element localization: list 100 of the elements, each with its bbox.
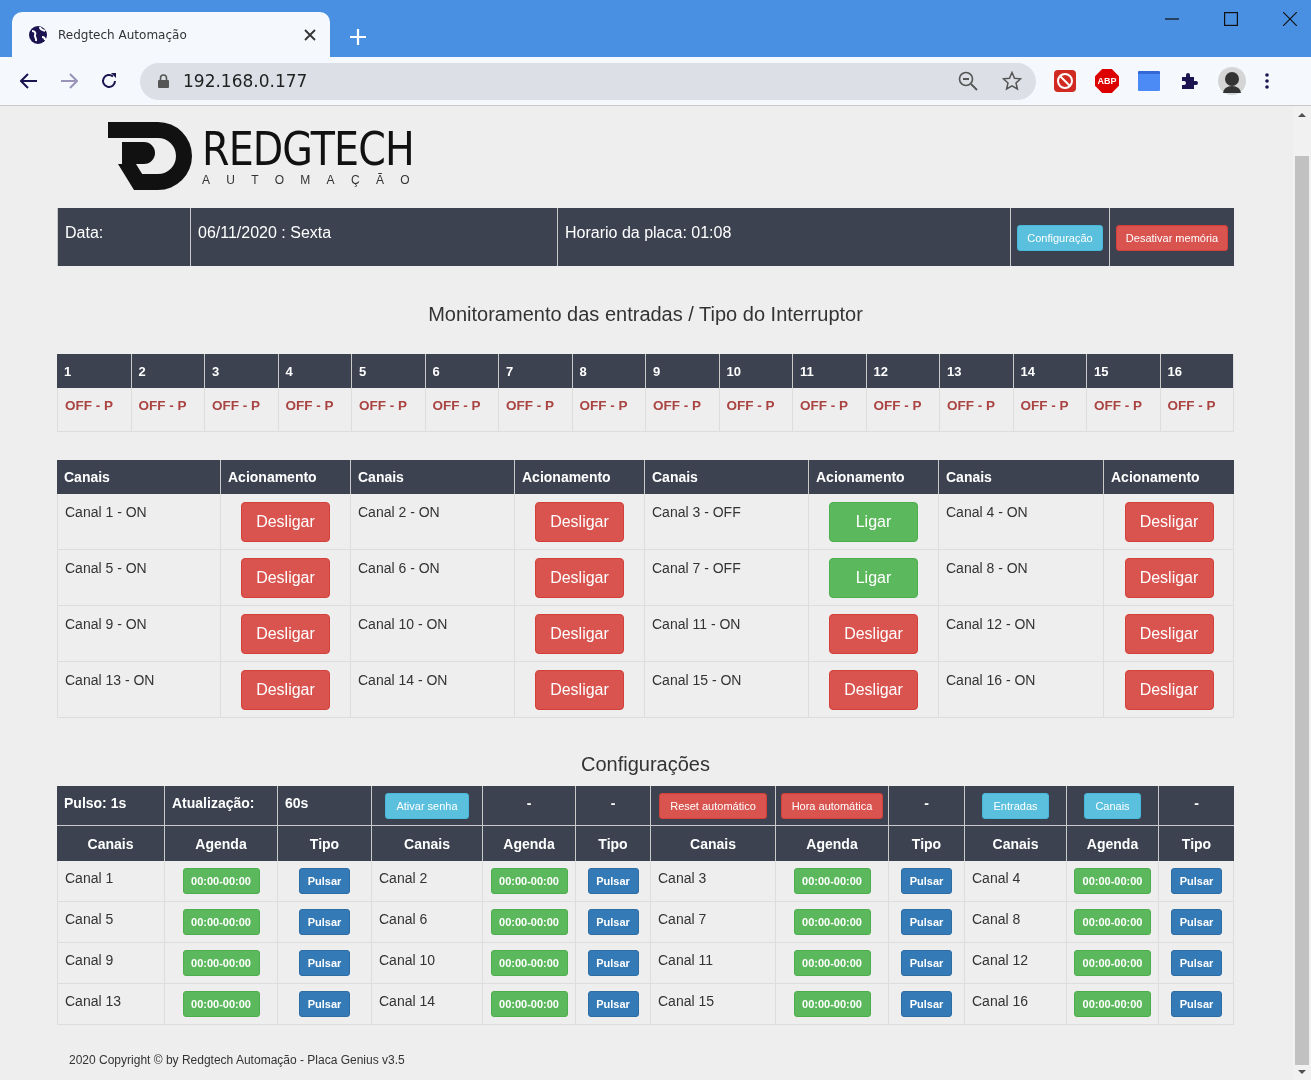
address-field[interactable]: 192.168.0.177 <box>140 62 1036 100</box>
column-header: 13 <box>939 354 1013 388</box>
schedule-button[interactable]: 00:00-00:00 <box>490 950 568 976</box>
channel-name: Canal 13 <box>65 993 122 1009</box>
star-icon[interactable] <box>1002 71 1022 91</box>
toggle-button[interactable]: Desligar <box>1124 613 1214 654</box>
toggle-button[interactable]: Ligar <box>829 501 918 542</box>
type-button[interactable]: Pulsar <box>901 991 952 1017</box>
channel-name: Canal 16 <box>972 993 1029 1009</box>
type-button[interactable]: Pulsar <box>587 991 639 1017</box>
toggle-button[interactable]: Desligar <box>535 557 624 598</box>
setting-button[interactable]: Hora automática <box>780 792 884 819</box>
logo-wordmark: REDGTECH <box>202 127 414 171</box>
toggle-button[interactable]: Desligar <box>535 669 624 710</box>
column-header: Canais <box>644 460 808 494</box>
schedule-button[interactable]: 00:00-00:00 <box>793 991 871 1017</box>
setting-button[interactable]: Reset automático <box>659 792 767 819</box>
schedule-button[interactable]: 00:00-00:00 <box>1074 991 1151 1017</box>
channel-status: Canal 7 - OFF <box>652 560 741 576</box>
toggle-button[interactable]: Desligar <box>241 613 330 654</box>
schedule-button[interactable]: 00:00-00:00 <box>182 950 260 976</box>
setting-button[interactable]: Entradas <box>982 792 1049 819</box>
table-cell: OFF - P <box>57 388 131 432</box>
adblock-button[interactable]: ABP <box>1095 69 1119 93</box>
toggle-button[interactable]: Ligar <box>829 557 918 598</box>
avatar-icon[interactable] <box>1218 67 1246 95</box>
maximize-icon[interactable] <box>1224 12 1238 26</box>
schedule-button[interactable]: 00:00-00:00 <box>490 991 568 1017</box>
type-button[interactable]: Pulsar <box>587 909 639 935</box>
type-button[interactable]: Pulsar <box>299 950 350 976</box>
column-header: Tipo <box>277 826 371 861</box>
no-sign-icon[interactable] <box>1054 70 1076 92</box>
schedule-button[interactable]: 00:00-00:00 <box>1074 868 1151 894</box>
column-header: Agenda <box>775 826 888 861</box>
type-button[interactable]: Pulsar <box>901 909 952 935</box>
setting-label: - <box>924 795 929 811</box>
schedule-button[interactable]: 00:00-00:00 <box>1074 950 1151 976</box>
reload-icon[interactable] <box>100 72 118 90</box>
schedule-button[interactable]: 00:00-00:00 <box>182 909 260 935</box>
type-button[interactable]: Pulsar <box>299 909 350 935</box>
schedule-button[interactable]: 00:00-00:00 <box>490 868 568 894</box>
type-button[interactable]: Pulsar <box>901 868 952 894</box>
toggle-button[interactable]: Desligar <box>1124 557 1214 598</box>
schedule-button[interactable]: 00:00-00:00 <box>182 991 260 1017</box>
toggle-button[interactable]: Desligar <box>829 613 918 654</box>
type-button[interactable]: Pulsar <box>1171 991 1222 1017</box>
board-time: Horario da placa: 01:08 <box>565 224 732 242</box>
type-button[interactable]: Pulsar <box>901 950 952 976</box>
table-cell: OFF - P <box>277 388 351 432</box>
close-icon[interactable] <box>304 28 316 41</box>
schedule-button[interactable]: 00:00-00:00 <box>490 909 568 935</box>
channel-name: Canal 10 <box>379 952 436 968</box>
setting-button[interactable]: Canais <box>1084 792 1141 819</box>
column-header: Agenda <box>1066 826 1158 861</box>
new-tab-icon[interactable] <box>350 29 366 45</box>
table-cell: OFF - P <box>571 388 645 432</box>
zoom-out-icon[interactable] <box>958 71 978 91</box>
settings-button[interactable]: Configuração <box>1017 225 1103 251</box>
schedule-button[interactable]: 00:00-00:00 <box>793 868 871 894</box>
toggle-button[interactable]: Desligar <box>535 501 624 542</box>
column-header: Tipo <box>1158 826 1234 861</box>
channel-status: Canal 5 - ON <box>65 560 147 576</box>
schedule-button[interactable]: 00:00-00:00 <box>793 950 871 976</box>
channel-name: Canal 15 <box>658 993 715 1009</box>
back-icon[interactable] <box>20 73 38 89</box>
toggle-button[interactable]: Desligar <box>829 669 918 710</box>
type-button[interactable]: Pulsar <box>299 868 350 894</box>
channel-status: Canal 2 - ON <box>358 504 440 520</box>
column-header: 16 <box>1159 354 1233 388</box>
menu-icon[interactable] <box>1265 73 1269 89</box>
toggle-button[interactable]: Desligar <box>241 557 330 598</box>
type-button[interactable]: Pulsar <box>587 868 639 894</box>
toggle-button[interactable]: Desligar <box>241 669 330 710</box>
toggle-button[interactable]: Desligar <box>241 501 330 542</box>
date-label: Data: <box>65 224 104 242</box>
channel-status: Canal 13 - ON <box>65 672 155 688</box>
toggle-button[interactable]: Desligar <box>1124 669 1214 710</box>
browser-tab[interactable]: Redgtech Automação <box>12 12 330 57</box>
close-icon[interactable] <box>1283 12 1297 26</box>
schedule-button[interactable]: 00:00-00:00 <box>1074 909 1151 935</box>
type-button[interactable]: Pulsar <box>587 950 639 976</box>
type-button[interactable]: Pulsar <box>1171 950 1222 976</box>
table-cell: OFF - P <box>498 388 572 432</box>
copyright-text: 2020 Copyright © by Redgtech Automação - Placa Genius v3.5 <box>69 1053 405 1067</box>
type-button[interactable]: Pulsar <box>1171 868 1222 894</box>
setting-button[interactable]: Ativar senha <box>385 792 469 819</box>
type-button[interactable]: Pulsar <box>1171 909 1222 935</box>
schedule-button[interactable]: 00:00-00:00 <box>793 909 871 935</box>
scrollbar-thumb[interactable] <box>1295 156 1309 1065</box>
memory-button[interactable]: Desativar memória <box>1115 225 1229 251</box>
puzzle-icon[interactable] <box>1179 71 1199 91</box>
column-header: 2 <box>130 354 204 388</box>
type-button[interactable]: Pulsar <box>299 991 350 1017</box>
column-header: 15 <box>1086 354 1160 388</box>
schedule-button[interactable]: 00:00-00:00 <box>182 868 260 894</box>
column-header: Acionamento <box>1103 460 1234 494</box>
date-text: 06/11/2020 : Sexta <box>198 224 332 242</box>
toggle-button[interactable]: Desligar <box>1124 501 1214 542</box>
forward-icon[interactable] <box>60 73 78 89</box>
toggle-button[interactable]: Desligar <box>535 613 624 654</box>
